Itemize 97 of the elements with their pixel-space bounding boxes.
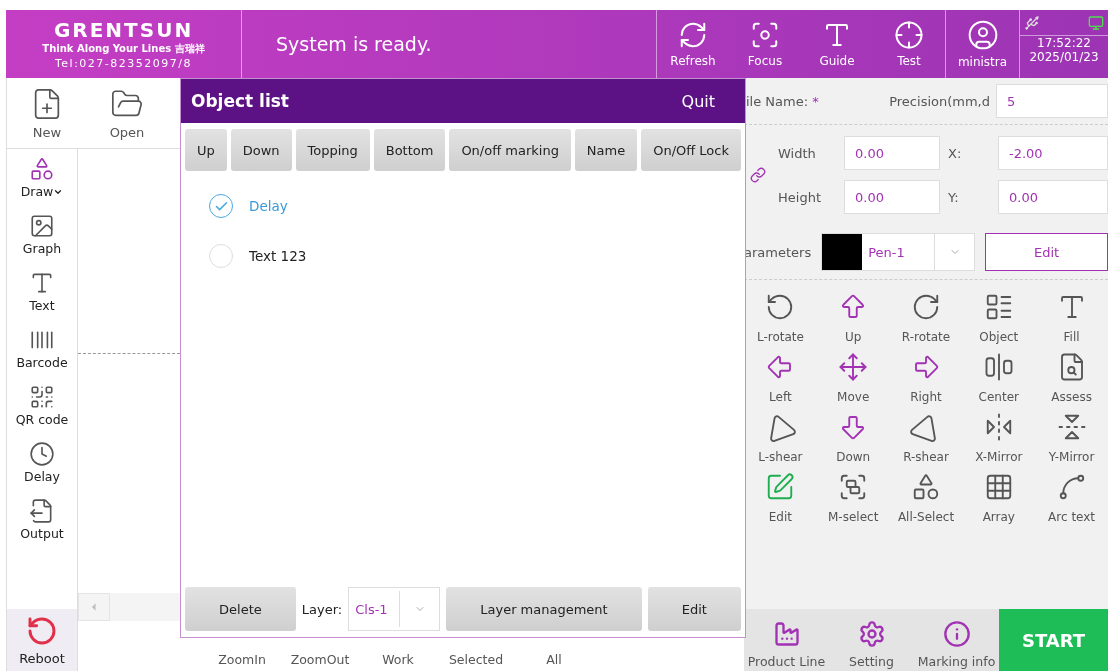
toolbar-button[interactable]: Focus (729, 10, 801, 78)
action-button[interactable]: Left (744, 352, 817, 404)
dialog-title: Object list (191, 91, 289, 111)
clock-icon (29, 441, 55, 467)
usb-icon (1024, 14, 1040, 31)
layer-management-button[interactable]: Layer management (446, 587, 642, 631)
action-button[interactable]: All-Select (889, 472, 963, 524)
monitor-icon (1088, 14, 1104, 31)
action-button[interactable]: Fill (1035, 292, 1108, 344)
nav-button[interactable]: Marking info (914, 609, 999, 671)
shapes-icon (29, 156, 55, 182)
action-button[interactable]: Move (816, 352, 890, 404)
list-action-button[interactable]: Down (230, 129, 292, 171)
nav-button[interactable]: Product Line (744, 609, 829, 671)
flip-vertical-icon (1056, 412, 1087, 442)
action-button[interactable]: Y-Mirror (1035, 412, 1108, 464)
edit-icon (765, 472, 796, 502)
y-label: Y: (948, 189, 960, 205)
brand-name: GRENTSUN (53, 18, 194, 41)
action-button[interactable]: L-rotate (744, 292, 817, 344)
action-button[interactable]: R-shear (889, 412, 963, 464)
x-label: X: (948, 145, 963, 161)
action-button[interactable]: M-select (816, 472, 890, 524)
width-label: Width (778, 145, 817, 161)
settings-icon (857, 620, 886, 648)
toolbar-button[interactable]: Guide (801, 10, 873, 78)
list-action-button[interactable]: Topping (295, 129, 370, 171)
tool-button[interactable]: Draw (7, 149, 77, 206)
action-button[interactable]: R-rotate (889, 292, 963, 344)
zoom-label[interactable]: ZoomIn (203, 652, 281, 667)
zoom-label[interactable]: Selected (437, 652, 515, 667)
rotate-right-icon (911, 292, 941, 322)
action-button[interactable]: Down (816, 412, 890, 464)
file-button[interactable]: Open (87, 78, 167, 148)
action-button[interactable]: Arc text (1035, 472, 1108, 524)
height-field[interactable]: 0.00 (844, 180, 940, 214)
focus-icon (750, 20, 780, 50)
refresh-icon (678, 20, 708, 50)
zoom-label[interactable]: ZoomOut (281, 652, 359, 667)
user-icon (966, 19, 999, 51)
file-name-label: ile Name: * (746, 93, 819, 109)
action-button[interactable]: Right (889, 352, 963, 404)
action-button[interactable]: Array (962, 472, 1036, 524)
crosshair-icon (894, 20, 924, 50)
y-field[interactable]: 0.00 (998, 180, 1108, 214)
action-button[interactable]: Center (962, 352, 1036, 404)
factory-icon (772, 620, 801, 648)
clock-date: 2025/01/23 (1028, 50, 1100, 64)
edit-button[interactable]: Edit (985, 233, 1108, 271)
zoom-label[interactable]: All (515, 652, 593, 667)
list-action-button[interactable]: Up (185, 129, 227, 171)
action-button[interactable]: Edit (744, 472, 817, 524)
pen-dropdown[interactable]: Pen-1 (821, 233, 976, 271)
parameters-label: arameters (744, 244, 812, 260)
edit-button[interactable]: Edit (647, 587, 741, 631)
x-field[interactable]: -2.00 (998, 136, 1108, 170)
action-button[interactable]: X-Mirror (962, 412, 1036, 464)
list-action-button[interactable]: Bottom (373, 129, 446, 171)
object-name[interactable]: Text 123 (249, 248, 307, 264)
precision-label: Precision(mm,d (889, 93, 990, 109)
action-button[interactable]: Object (962, 292, 1036, 344)
tool-button[interactable]: Graph (7, 206, 77, 263)
tool-button[interactable]: Text (7, 263, 77, 320)
list-action-button[interactable]: On/off marking (449, 129, 571, 171)
toolbar-button[interactable]: Test (873, 10, 945, 78)
reboot-button[interactable]: Reboot (7, 609, 77, 671)
move-icon (838, 352, 869, 382)
precision-field[interactable]: 5 (996, 84, 1108, 118)
action-button[interactable]: L-shear (744, 412, 817, 464)
layer-label: Layer: (301, 601, 343, 617)
align-center-icon (983, 352, 1014, 382)
tool-button[interactable]: Output (7, 491, 77, 548)
list-action-button[interactable]: Name (574, 129, 638, 171)
info-icon (942, 620, 971, 648)
file-button[interactable]: New (7, 78, 87, 148)
clock-time: 17:52:22 (1036, 36, 1092, 50)
image-icon (29, 213, 55, 239)
nav-button[interactable]: Setting (829, 609, 914, 671)
shapes-icon (911, 472, 941, 502)
list-action-button[interactable]: On/Off Lock (641, 129, 741, 171)
scroll-left-button[interactable] (78, 593, 110, 621)
layer-dropdown[interactable]: Cls-1 (348, 587, 441, 631)
phone-number: Tel:027-82352097/8 (54, 56, 192, 70)
link-icon (750, 167, 766, 183)
height-label: Height (778, 189, 822, 205)
toolbar-button[interactable]: Refresh (657, 10, 729, 78)
action-button[interactable]: Assess (1035, 352, 1108, 404)
zoom-label[interactable]: Work (359, 652, 437, 667)
tool-button[interactable]: Delay (7, 434, 77, 491)
qr-code-icon (29, 384, 55, 410)
delete-button[interactable]: Delete (185, 587, 296, 631)
tagline: Think Along Your Lines 吉瑞祥 (42, 41, 205, 56)
tool-button[interactable]: QR code (7, 377, 77, 434)
quit-button[interactable]: Quit (675, 90, 721, 112)
tool-button[interactable]: Barcode (7, 320, 77, 377)
width-field[interactable]: 0.00 (844, 136, 940, 170)
action-button[interactable]: Up (816, 292, 890, 344)
